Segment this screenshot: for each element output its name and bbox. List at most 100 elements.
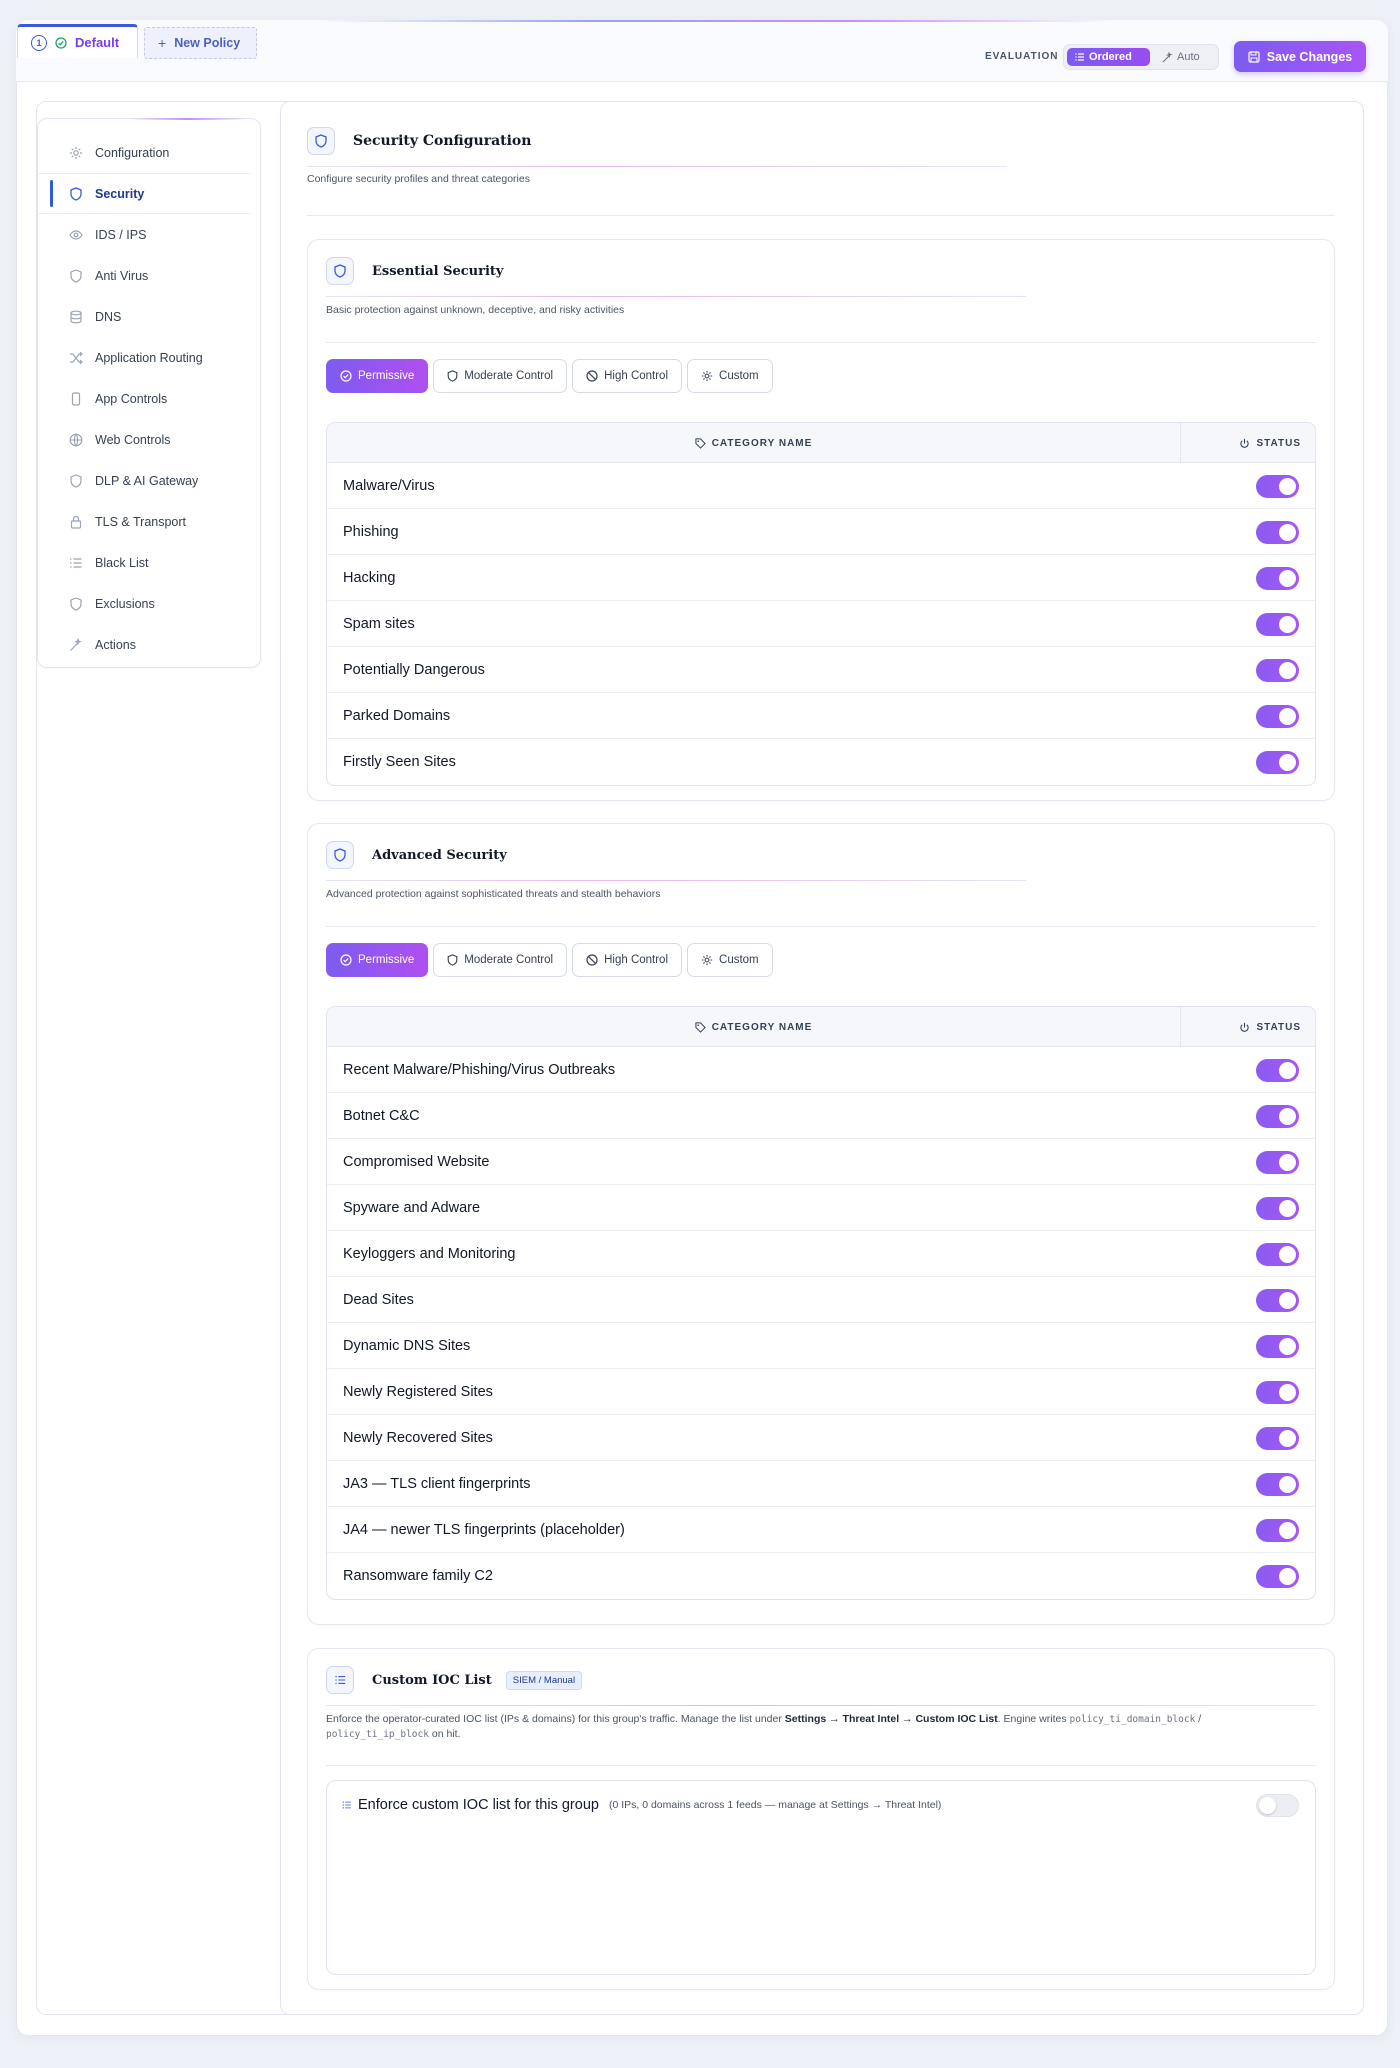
sidebar-item-dns[interactable]: DNS: [38, 296, 260, 337]
preset-label: High Control: [604, 954, 669, 966]
category-name: Newly Recovered Sites: [343, 1429, 493, 1446]
block-icon: [586, 370, 598, 382]
status-toggle[interactable]: [1256, 751, 1299, 774]
shield-icon: [447, 954, 458, 966]
table-row: Potentially Dangerous: [327, 647, 1315, 693]
list-icon: [69, 556, 83, 570]
status-toggle[interactable]: [1256, 659, 1299, 682]
preset-moderate-button[interactable]: Moderate Control: [433, 943, 568, 977]
card-title-underline: [326, 880, 1026, 881]
check-circle-icon: [340, 954, 352, 966]
preset-high-control-button[interactable]: High Control: [572, 359, 683, 393]
preset-buttons: Permissive Moderate Control High Control…: [326, 359, 773, 393]
description-text: . Engine writes: [997, 1713, 1070, 1725]
preset-label: Moderate Control: [464, 370, 554, 382]
category-name: Parked Domains: [343, 707, 451, 724]
preset-moderate-button[interactable]: Moderate Control: [433, 359, 568, 393]
auto-label: Auto: [1177, 51, 1200, 63]
sidebar-item-actions[interactable]: Actions: [38, 624, 260, 665]
sidebar-item-label: App Controls: [95, 391, 168, 406]
sidebar-item-configuration[interactable]: Configuration: [38, 132, 260, 173]
sidebar-item-label: Black List: [95, 555, 149, 570]
preset-label: Moderate Control: [464, 954, 554, 966]
category-name: Ransomware family C2: [343, 1568, 493, 1584]
list-icon: [342, 1800, 352, 1810]
status-toggle[interactable]: [1256, 1243, 1299, 1266]
column-header-label: STATUS: [1256, 437, 1301, 449]
preset-permissive-button[interactable]: Permissive: [326, 359, 429, 393]
status-toggle[interactable]: [1256, 1427, 1299, 1450]
status-toggle[interactable]: [1256, 521, 1299, 544]
tag-icon: [695, 437, 706, 449]
sidebar-accent-line: [128, 118, 248, 120]
status-toggle[interactable]: [1256, 475, 1299, 498]
shield-icon: [69, 473, 83, 488]
status-toggle[interactable]: [1256, 1519, 1299, 1542]
new-policy-button[interactable]: + New Policy: [144, 27, 257, 59]
table-header: CATEGORY NAME STATUS: [327, 423, 1315, 463]
policy-tab-default[interactable]: 1 Default: [17, 24, 138, 58]
table-row: Spam sites: [327, 601, 1315, 647]
check-circle-icon: [55, 36, 67, 49]
sidebar-item-label: Configuration: [95, 145, 170, 160]
sidebar-item-application-routing[interactable]: Application Routing: [38, 337, 260, 378]
category-name: Spam sites: [343, 615, 415, 632]
status-toggle[interactable]: [1256, 1059, 1299, 1082]
sidebar-item-tls-transport[interactable]: TLS & Transport: [38, 501, 260, 542]
preset-high-control-button[interactable]: High Control: [572, 943, 683, 977]
preset-custom-button[interactable]: Custom: [687, 359, 773, 393]
check-circle-icon: [340, 370, 352, 382]
status-toggle[interactable]: [1256, 1335, 1299, 1358]
sidebar-item-black-list[interactable]: Black List: [38, 542, 260, 583]
tag-icon: [695, 1021, 706, 1033]
table-row: Parked Domains: [327, 693, 1315, 739]
power-icon: [1239, 1022, 1250, 1033]
card-divider: [326, 1765, 1316, 1766]
preset-buttons: Permissive Moderate Control High Control…: [326, 943, 773, 977]
evaluation-auto-button[interactable]: Auto: [1154, 48, 1208, 66]
globe-icon: [69, 433, 83, 447]
sidebar-item-label: DLP & AI Gateway: [95, 473, 199, 488]
sidebar-item-dlp-ai-gateway[interactable]: DLP & AI Gateway: [38, 460, 260, 501]
preset-label: High Control: [604, 370, 669, 382]
category-name: Dead Sites: [343, 1291, 414, 1308]
save-changes-button[interactable]: Save Changes: [1234, 41, 1366, 72]
evaluation-ordered-button[interactable]: Ordered: [1067, 48, 1150, 66]
sidebar-item-anti-virus[interactable]: Anti Virus: [38, 255, 260, 296]
evaluation-toggle: Ordered Auto: [1063, 44, 1219, 70]
status-toggle[interactable]: [1256, 1105, 1299, 1128]
sidebar-item-web-controls[interactable]: Web Controls: [38, 419, 260, 460]
sidebar-item-ids-ips[interactable]: IDS / IPS: [38, 214, 260, 255]
preset-custom-button[interactable]: Custom: [687, 943, 773, 977]
advanced-security-card: Advanced Security Advanced protection ag…: [307, 823, 1335, 1625]
ioc-toggle-panel: Enforce custom IOC list for this group (…: [326, 1780, 1316, 1975]
preset-permissive-button[interactable]: Permissive: [326, 943, 429, 977]
status-toggle[interactable]: [1256, 1381, 1299, 1404]
status-toggle[interactable]: [1256, 1289, 1299, 1312]
status-toggle[interactable]: [1256, 567, 1299, 590]
table-row: Hacking: [327, 555, 1315, 601]
status-toggle[interactable]: [1256, 1151, 1299, 1174]
block-icon: [586, 954, 598, 966]
category-name: JA4 — newer TLS fingerprints (placeholde…: [343, 1521, 625, 1538]
status-toggle[interactable]: [1256, 613, 1299, 636]
save-label: Save Changes: [1266, 49, 1353, 64]
shield-icon: [69, 596, 83, 611]
table-row: Phishing: [327, 509, 1315, 555]
preset-label: Permissive: [358, 370, 415, 382]
sidebar-item-app-controls[interactable]: App Controls: [38, 378, 260, 419]
table-row: Newly Recovered Sites: [327, 1415, 1315, 1461]
description-text: /: [1195, 1713, 1202, 1725]
table-row: Keyloggers and Monitoring: [327, 1231, 1315, 1277]
preset-label: Custom: [719, 954, 759, 966]
status-toggle[interactable]: [1256, 705, 1299, 728]
page-header: Security Configuration: [307, 127, 531, 155]
sidebar-item-security[interactable]: Security: [38, 173, 252, 214]
sidebar-item-exclusions[interactable]: Exclusions: [38, 583, 260, 624]
status-toggle[interactable]: [1256, 1197, 1299, 1220]
status-toggle[interactable]: [1256, 1565, 1299, 1588]
status-toggle[interactable]: [1256, 1473, 1299, 1496]
code-domain-block: policy_ti_domain_block: [1069, 1714, 1196, 1725]
shield-icon: [447, 370, 458, 382]
ioc-enforce-toggle[interactable]: [1256, 1794, 1299, 1817]
